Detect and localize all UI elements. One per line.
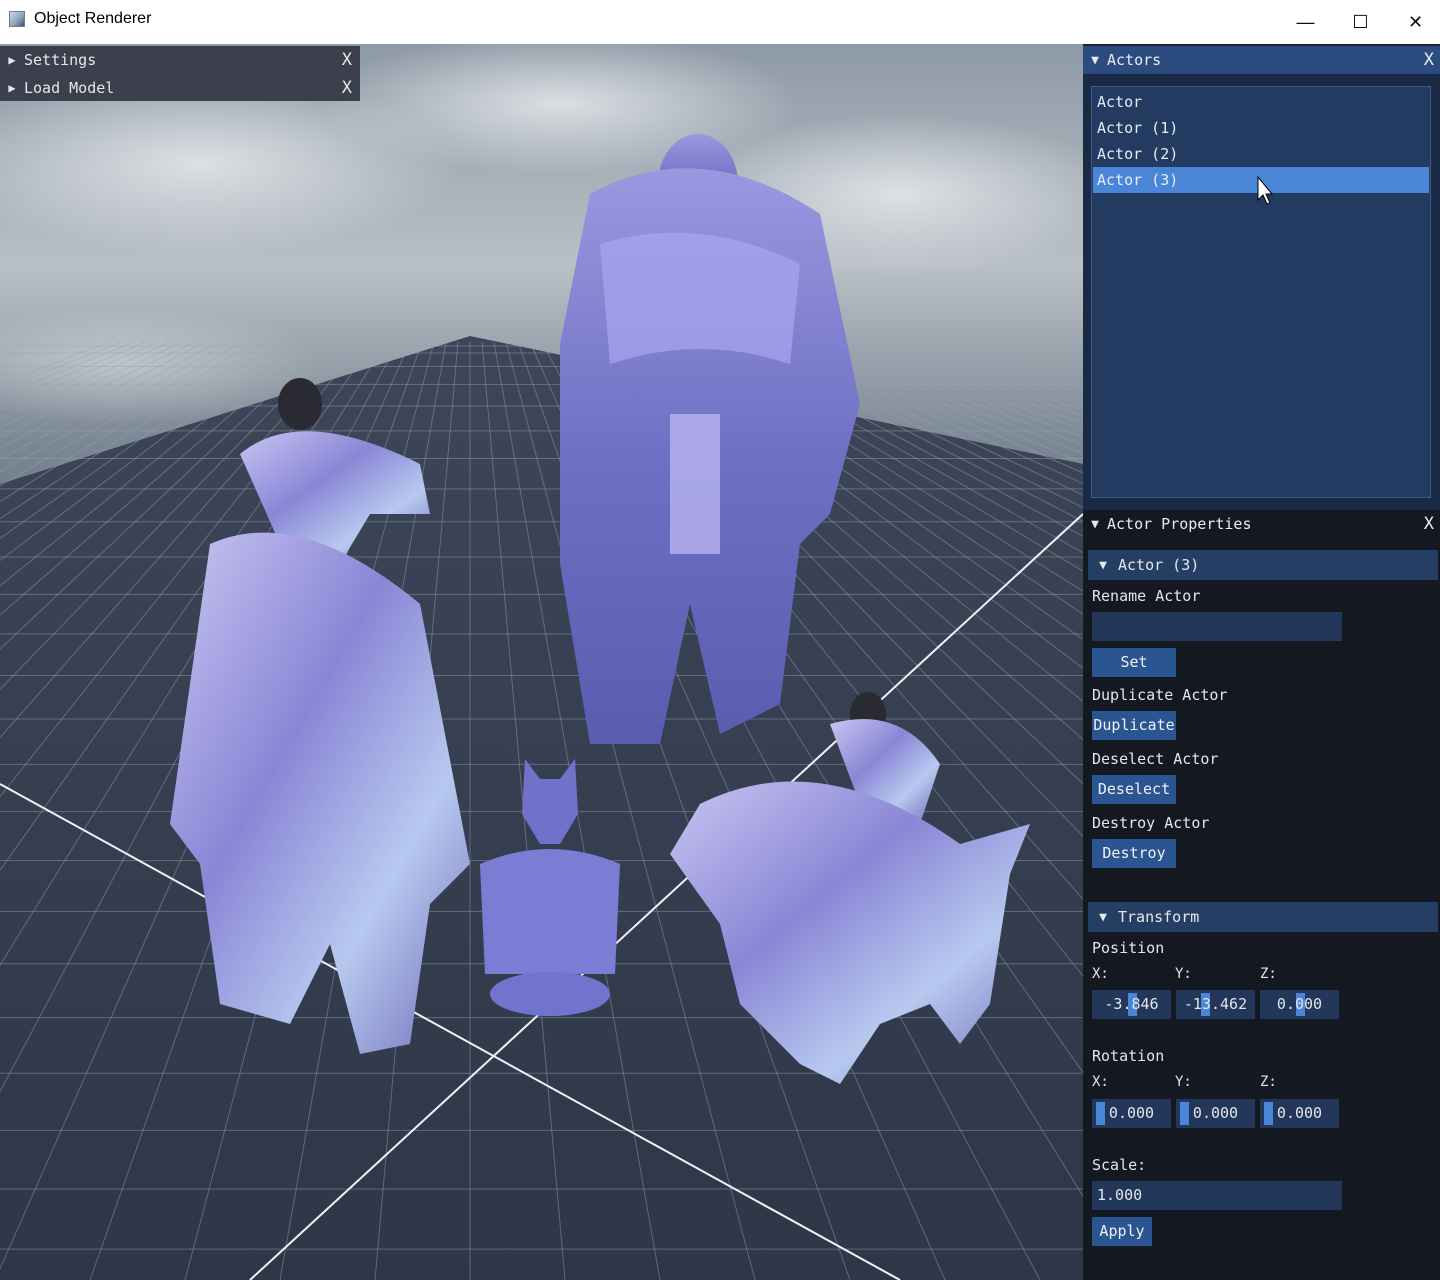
deselect-button[interactable]: Deselect bbox=[1092, 775, 1176, 804]
transform-section-header[interactable]: ▼ Transform bbox=[1088, 902, 1438, 932]
minimize-button[interactable]: — bbox=[1278, 0, 1333, 44]
collapsed-arrow-icon: ▶ bbox=[8, 52, 16, 67]
rotation-label: Rotation bbox=[1092, 1047, 1165, 1065]
position-x-drag[interactable]: -3.846 bbox=[1092, 990, 1171, 1019]
load-model-panel-header[interactable]: ▶ Load Model X bbox=[0, 74, 360, 101]
position-z-label: Z: bbox=[1260, 966, 1277, 982]
scale-input[interactable]: 1.000 bbox=[1092, 1181, 1342, 1210]
set-button[interactable]: Set bbox=[1092, 648, 1176, 677]
expanded-arrow-icon: ▼ bbox=[1091, 516, 1099, 532]
close-icon[interactable]: X bbox=[342, 78, 352, 98]
window-title-bar: Object Renderer — ☐ ✕ bbox=[0, 0, 1440, 44]
actors-list[interactable]: Actor Actor (1) Actor (2) Actor (3) bbox=[1091, 86, 1431, 498]
scene-render bbox=[0, 44, 1083, 1280]
duplicate-actor-label: Duplicate Actor bbox=[1092, 686, 1228, 704]
actor-list-item[interactable]: Actor (1) bbox=[1093, 115, 1429, 141]
slider-grab bbox=[1264, 1102, 1273, 1125]
window-title: Object Renderer bbox=[34, 10, 152, 27]
rename-actor-label: Rename Actor bbox=[1092, 587, 1201, 605]
duplicate-button[interactable]: Duplicate bbox=[1092, 711, 1176, 740]
3d-viewport[interactable] bbox=[0, 44, 1083, 1280]
position-label: Position bbox=[1092, 939, 1165, 957]
close-icon[interactable]: X bbox=[1424, 50, 1434, 70]
rotation-z-label: Z: bbox=[1260, 1074, 1277, 1090]
position-y-drag[interactable]: -13.462 bbox=[1176, 990, 1255, 1019]
actor-properties-header[interactable]: ▼ Actor Properties X bbox=[1083, 510, 1440, 538]
slider-grab bbox=[1096, 1102, 1105, 1125]
rotation-y-label: Y: bbox=[1175, 1074, 1192, 1090]
slider-grab bbox=[1180, 1102, 1189, 1125]
position-x-label: X: bbox=[1092, 966, 1109, 982]
rotation-x-slider[interactable]: 0.000 bbox=[1092, 1099, 1171, 1128]
actor-properties-title: Actor Properties bbox=[1107, 515, 1252, 533]
left-panel-stack: ▶ Settings X ▶ Load Model X bbox=[0, 46, 360, 101]
rotation-z-slider[interactable]: 0.000 bbox=[1260, 1099, 1339, 1128]
rotation-y-slider[interactable]: 0.000 bbox=[1176, 1099, 1255, 1128]
actors-window-title: Actors bbox=[1107, 51, 1162, 69]
settings-panel-header[interactable]: ▶ Settings X bbox=[0, 46, 360, 73]
actors-window: ▼ Actors X Actor Actor (1) Actor (2) Act… bbox=[1083, 46, 1440, 510]
actor-properties-window: ▼ Actor Properties X ▼ Actor (3) Rename … bbox=[1083, 510, 1440, 1280]
actor-list-item[interactable]: Actor bbox=[1093, 89, 1429, 115]
maximize-button[interactable]: ☐ bbox=[1333, 0, 1388, 44]
mouse-cursor-icon bbox=[1257, 176, 1273, 205]
settings-label: Settings bbox=[24, 50, 97, 69]
actor-section-header[interactable]: ▼ Actor (3) bbox=[1088, 550, 1438, 580]
close-icon[interactable]: X bbox=[342, 50, 352, 70]
rotation-x-label: X: bbox=[1092, 1074, 1109, 1090]
apply-button[interactable]: Apply bbox=[1092, 1217, 1152, 1246]
actors-window-header[interactable]: ▼ Actors X bbox=[1083, 46, 1440, 74]
transform-section-title: Transform bbox=[1118, 908, 1200, 926]
scale-label: Scale: bbox=[1092, 1156, 1147, 1174]
position-y-label: Y: bbox=[1175, 966, 1192, 982]
close-icon[interactable]: X bbox=[1424, 514, 1434, 534]
expanded-arrow-icon: ▼ bbox=[1099, 557, 1107, 573]
deselect-actor-label: Deselect Actor bbox=[1092, 750, 1219, 768]
load-model-label: Load Model bbox=[24, 78, 115, 97]
actor-list-item[interactable]: Actor (2) bbox=[1093, 141, 1429, 167]
destroy-button[interactable]: Destroy bbox=[1092, 839, 1176, 868]
expanded-arrow-icon: ▼ bbox=[1091, 52, 1099, 68]
expanded-arrow-icon: ▼ bbox=[1099, 909, 1107, 925]
app-icon bbox=[9, 11, 25, 27]
rename-actor-input[interactable] bbox=[1092, 612, 1342, 641]
position-z-drag[interactable]: 0.000 bbox=[1260, 990, 1339, 1019]
close-window-button[interactable]: ✕ bbox=[1388, 0, 1440, 44]
actor-section-title: Actor (3) bbox=[1118, 556, 1200, 574]
destroy-actor-label: Destroy Actor bbox=[1092, 814, 1210, 832]
collapsed-arrow-icon: ▶ bbox=[8, 80, 16, 95]
